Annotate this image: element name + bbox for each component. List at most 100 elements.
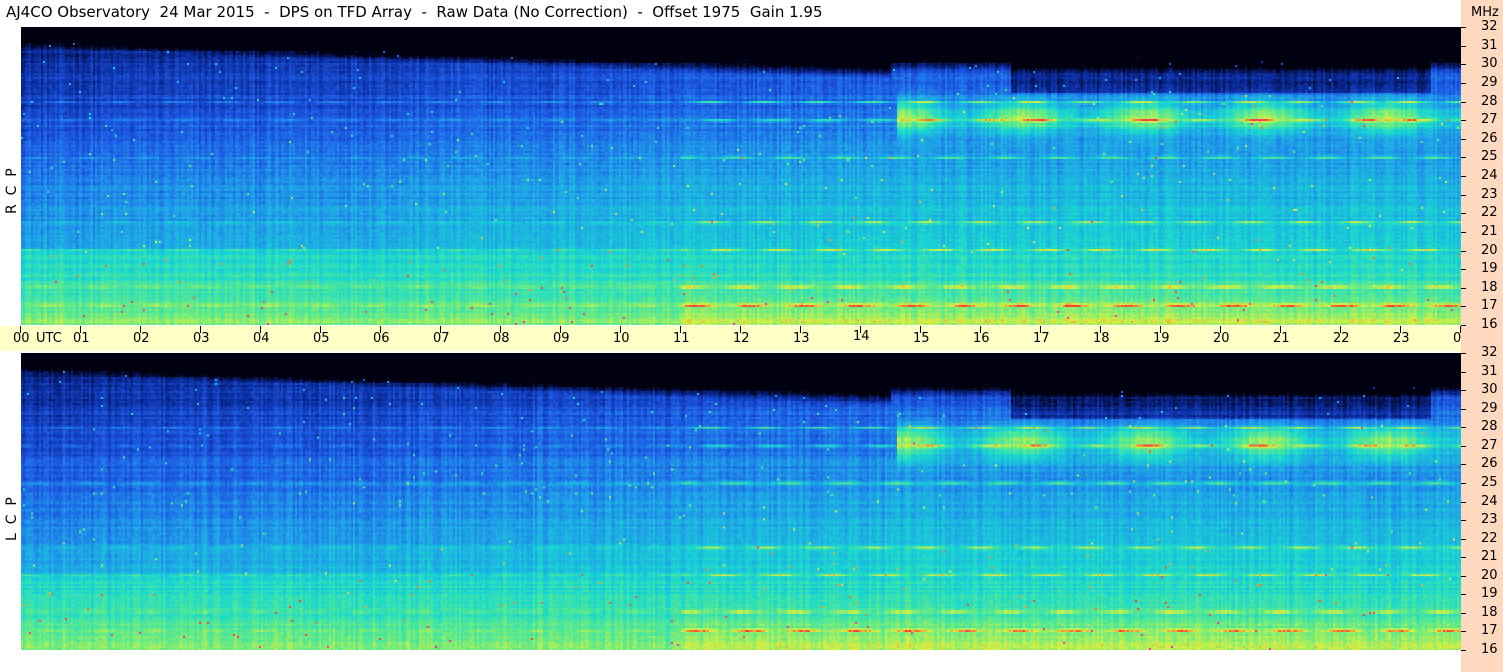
freq-tick-label: 19 — [1481, 261, 1498, 276]
freq-tick-label: 30 — [1481, 382, 1498, 397]
time-tick-label: 19 — [1153, 331, 1170, 346]
freq-tick — [1461, 195, 1466, 196]
mhz-label: MHz — [1471, 5, 1499, 20]
rcp-heatmap-canvas — [21, 27, 1461, 325]
freq-tick — [1461, 120, 1466, 121]
freq-tick-label: 29 — [1481, 401, 1498, 416]
time-axis: 00 01 02 03 04 05 06 07 08 09 10 11 12 13 14 15 16 17 18 19… — [0, 326, 1470, 351]
freq-tick — [1461, 157, 1466, 158]
freq-tick — [1461, 102, 1466, 103]
freq-tick — [1461, 139, 1466, 140]
freq-tick — [1461, 288, 1466, 289]
freq-tick-label: 21 — [1481, 224, 1498, 239]
time-tick-label: 14 — [853, 329, 870, 344]
freq-tick — [1461, 576, 1466, 577]
freq-tick-label: 32 — [1481, 19, 1498, 34]
time-tick-label: 07 — [433, 331, 450, 346]
freq-tick — [1461, 325, 1466, 326]
time-tick-label: 09 — [553, 331, 570, 346]
freq-tick-label: 19 — [1481, 586, 1498, 601]
freq-tick — [1461, 483, 1466, 484]
time-tick-label: 06 — [373, 331, 390, 346]
freq-tick-label: 30 — [1481, 56, 1498, 71]
time-tick-label: 13 — [793, 331, 810, 346]
freq-tick — [1461, 631, 1466, 632]
time-tick-label: 20 — [1213, 331, 1230, 346]
time-tick-label: 08 — [493, 331, 510, 346]
time-tick-label: 01 — [73, 331, 90, 346]
freq-tick-label: 31 — [1481, 38, 1498, 53]
lcp-spectrogram — [21, 353, 1461, 650]
freq-tick — [1461, 427, 1466, 428]
freq-tick-label: 31 — [1481, 364, 1498, 379]
freq-tick-label: 27 — [1481, 438, 1498, 453]
freq-tick-label: 26 — [1481, 456, 1498, 471]
utc-label: UTC — [36, 331, 62, 346]
time-tick-label: 17 — [1033, 331, 1050, 346]
freq-tick — [1461, 464, 1466, 465]
time-tick-label: 12 — [733, 331, 750, 346]
freq-tick-label: 24 — [1481, 168, 1498, 183]
freq-tick — [1461, 650, 1466, 651]
freq-tick — [1461, 409, 1466, 410]
freq-tick — [1461, 64, 1466, 65]
freq-tick-label: 20 — [1481, 568, 1498, 583]
freq-tick — [1461, 557, 1466, 558]
freq-tick — [1461, 213, 1466, 214]
freq-tick-label: 26 — [1481, 131, 1498, 146]
time-tick-label: 22 — [1333, 331, 1350, 346]
freq-tick-label: 29 — [1481, 75, 1498, 90]
freq-tick-label: 18 — [1481, 280, 1498, 295]
freq-tick-label: 16 — [1481, 642, 1498, 657]
freq-tick-label: 24 — [1481, 494, 1498, 509]
freq-tick — [1461, 613, 1466, 614]
freq-tick-label: 32 — [1481, 345, 1498, 360]
rcp-label: R C P — [4, 168, 20, 214]
freq-tick — [1461, 446, 1466, 447]
freq-tick-label: 28 — [1481, 94, 1498, 109]
frequency-axis: 16 17 18 19 20 21 22 23 24 25 26 27 28 29 30 31 32 16 17 18… — [1461, 0, 1503, 672]
time-tick-label: 04 — [253, 331, 270, 346]
freq-tick-label: 23 — [1481, 512, 1498, 527]
freq-tick-label: 18 — [1481, 605, 1498, 620]
freq-tick — [1461, 27, 1466, 28]
time-tick-label: 05 — [313, 331, 330, 346]
freq-tick — [1461, 353, 1466, 354]
time-tick-label: 03 — [193, 331, 210, 346]
freq-tick-label: 23 — [1481, 187, 1498, 202]
time-tick-label: 10 — [613, 331, 630, 346]
time-tick-label: 02 — [133, 331, 150, 346]
freq-tick — [1461, 232, 1466, 233]
freq-tick-label: 22 — [1481, 531, 1498, 546]
time-tick-label: 11 — [673, 331, 690, 346]
freq-tick — [1461, 176, 1466, 177]
freq-tick — [1461, 251, 1466, 252]
freq-tick-label: 21 — [1481, 549, 1498, 564]
freq-tick-label: 25 — [1481, 475, 1498, 490]
freq-tick — [1461, 594, 1466, 595]
freq-tick — [1461, 46, 1466, 47]
freq-tick-label: 20 — [1481, 243, 1498, 258]
freq-tick-label: 16 — [1481, 317, 1498, 332]
freq-tick — [1461, 390, 1466, 391]
freq-tick — [1461, 372, 1466, 373]
freq-tick-label: 25 — [1481, 149, 1498, 164]
freq-tick-label: 17 — [1481, 623, 1498, 638]
freq-tick-label: 27 — [1481, 112, 1498, 127]
time-tick-label: 00 — [13, 331, 30, 346]
lcp-label: L C P — [4, 497, 20, 541]
chart-title: AJ4CO Observatory 24 Mar 2015 - DPS on T… — [6, 3, 823, 21]
freq-tick — [1461, 83, 1466, 84]
freq-tick — [1461, 306, 1466, 307]
freq-tick — [1461, 502, 1466, 503]
freq-tick-label: 22 — [1481, 205, 1498, 220]
time-tick-label: 21 — [1273, 331, 1290, 346]
freq-tick — [1461, 269, 1466, 270]
time-tick-label: 23 — [1393, 331, 1410, 346]
freq-tick-label: 28 — [1481, 419, 1498, 434]
time-tick-label: 16 — [973, 331, 990, 346]
lcp-heatmap-canvas — [21, 353, 1461, 650]
time-tick-label: 15 — [913, 331, 930, 346]
freq-tick-label: 17 — [1481, 298, 1498, 313]
time-tick-label: 18 — [1093, 331, 1110, 346]
